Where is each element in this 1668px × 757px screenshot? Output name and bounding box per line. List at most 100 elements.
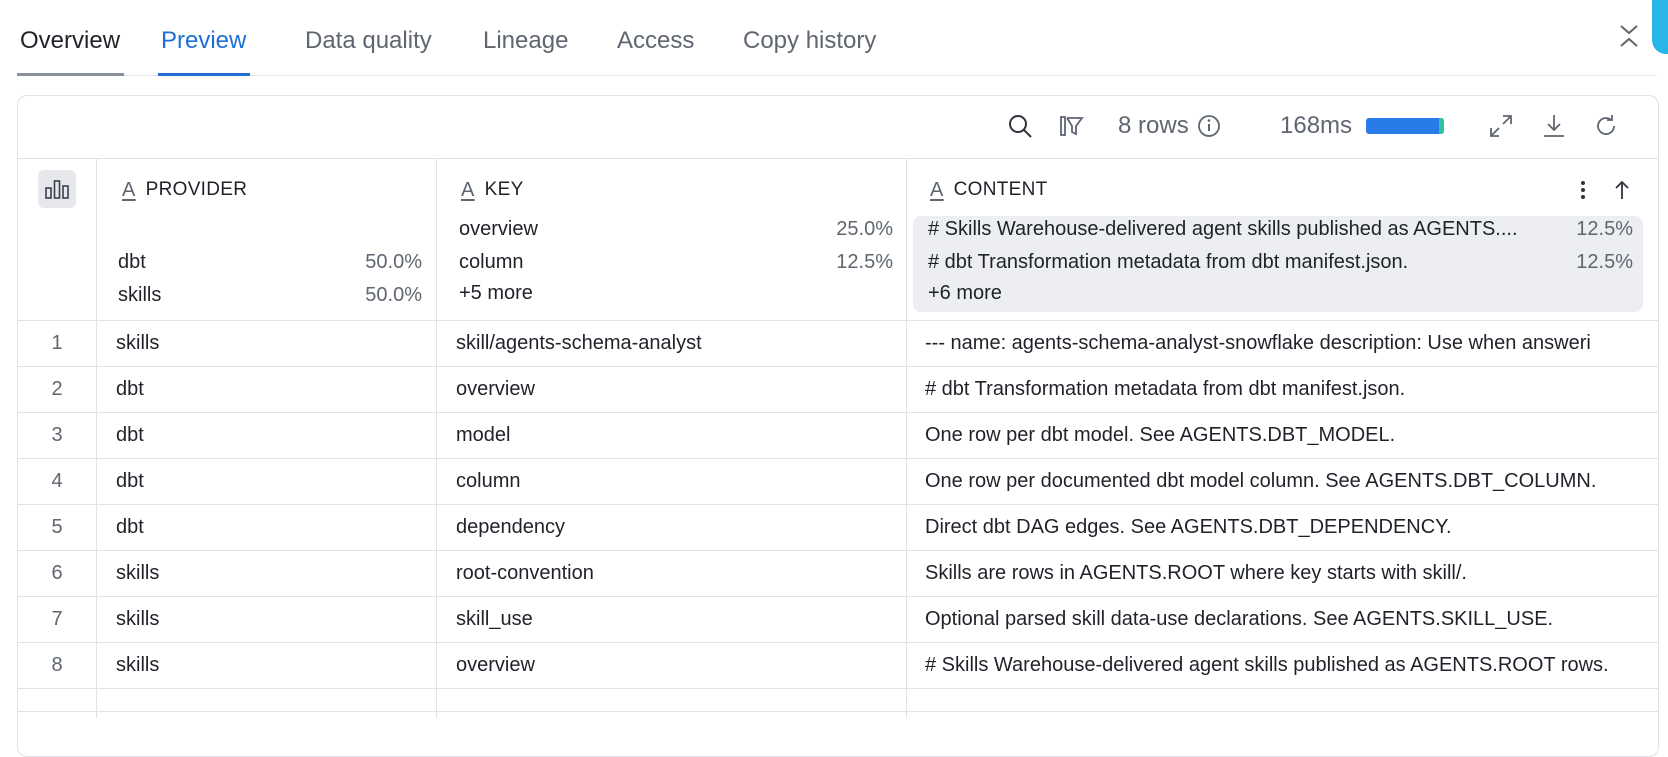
cell-content[interactable]: One row per documented dbt model column.…	[925, 459, 1658, 504]
tab-lineage[interactable]: Lineage	[483, 26, 568, 75]
cell-key[interactable]: column	[456, 459, 906, 504]
row-number: 5	[51, 516, 63, 538]
info-icon[interactable]	[1197, 114, 1221, 138]
column-header-label: PROVIDER	[145, 179, 248, 200]
expand-button[interactable]	[1487, 111, 1515, 141]
cell-key[interactable]: skill_use	[456, 597, 906, 642]
cell-key[interactable]: model	[456, 413, 906, 458]
table-row[interactable]: 2 dbt overview # dbt Transformation meta…	[18, 367, 1658, 413]
query-duration-label: 168ms	[1280, 112, 1353, 139]
search-icon	[1009, 115, 1032, 138]
tab-data-quality[interactable]: Data quality	[305, 26, 432, 75]
column-header-provider[interactable]: A PROVIDER	[122, 176, 247, 204]
table-row[interactable]: 4 dbt column One row per documented dbt …	[18, 459, 1658, 505]
text-type-icon: A	[930, 178, 944, 201]
distribution-percent: 50.0%	[365, 283, 422, 306]
cell-content[interactable]: One row per dbt model. See AGENTS.DBT_MO…	[925, 413, 1658, 458]
text-type-icon: A	[122, 178, 136, 201]
distribution-row: # dbt Transformation metadata from dbt m…	[928, 249, 1633, 275]
cell-content[interactable]: Skills are rows in AGENTS.ROOT where key…	[925, 551, 1658, 596]
tab-data-quality-label: Data quality	[305, 27, 432, 54]
tab-overview-underline	[17, 73, 125, 76]
filter-button[interactable]	[1058, 111, 1086, 141]
tab-copy-history-label: Copy history	[743, 27, 877, 54]
query-duration: 168ms	[1280, 111, 1445, 141]
table-row[interactable]: 6 skills root-convention Skills are rows…	[18, 551, 1658, 597]
row-number: 2	[51, 378, 63, 400]
tab-preview[interactable]: Preview	[158, 26, 251, 76]
table-row[interactable]: 1 skills skill/agents-schema-analyst ---…	[18, 321, 1658, 367]
column-header-label: CONTENT	[953, 179, 1048, 200]
column-header-label: KEY	[484, 179, 524, 200]
row-number: 6	[51, 562, 63, 584]
distribution-value: # Skills Warehouse-delivered agent skill…	[928, 217, 1518, 240]
distribution-value: dbt	[118, 250, 146, 273]
table-row[interactable]: 5 dbt dependency Direct dbt DAG edges. S…	[18, 505, 1658, 551]
side-panel-tab[interactable]	[1652, 0, 1668, 54]
row-number: 1	[51, 332, 63, 354]
cell-key[interactable]: dependency	[456, 505, 906, 550]
tab-access[interactable]: Access	[617, 26, 694, 75]
refresh-icon	[1597, 115, 1615, 135]
distribution-percent: 25.0%	[836, 217, 893, 240]
table-row[interactable]: 7 skills skill_use Optional parsed skill…	[18, 597, 1658, 643]
cell-content[interactable]: Direct dbt DAG edges. See AGENTS.DBT_DEP…	[925, 505, 1658, 550]
distribution-row: column 12.5%	[459, 249, 893, 275]
cell-provider[interactable]: dbt	[116, 505, 436, 550]
tab-copy-history[interactable]: Copy history	[743, 26, 876, 75]
row-number: 4	[51, 470, 63, 492]
download-button[interactable]	[1540, 111, 1568, 141]
distribution-value: # dbt Transformation metadata from dbt m…	[928, 250, 1409, 273]
collapse-icon[interactable]	[1617, 22, 1641, 50]
cell-provider[interactable]: dbt	[116, 367, 436, 412]
row-number: 3	[51, 424, 63, 446]
search-button[interactable]	[1006, 111, 1034, 141]
tab-access-label: Access	[617, 27, 695, 54]
distribution-value: skills	[118, 283, 162, 306]
cell-provider[interactable]: skills	[116, 321, 436, 366]
distribution-row: overview 25.0%	[459, 216, 893, 242]
cell-provider[interactable]: skills	[116, 597, 436, 642]
column-stats-button[interactable]	[38, 170, 76, 208]
cell-key[interactable]: overview	[456, 367, 906, 412]
cell-provider[interactable]: skills	[116, 643, 436, 688]
column-header-key[interactable]: A KEY	[461, 176, 524, 204]
cell-content[interactable]: # Skills Warehouse-delivered agent skill…	[925, 643, 1658, 688]
row-count: 8 rows	[1118, 111, 1221, 141]
tab-overview-label: Overview	[20, 27, 121, 54]
cell-key[interactable]: overview	[456, 643, 906, 688]
refresh-button[interactable]	[1592, 111, 1620, 141]
table-row[interactable]: 8 skills overview # Skills Warehouse-del…	[18, 643, 1658, 689]
row-count-label: 8 rows	[1118, 112, 1189, 139]
distribution-percent: 12.5%	[836, 250, 893, 273]
column-header-content[interactable]: A CONTENT	[930, 176, 1048, 204]
filter-icon	[1060, 116, 1084, 136]
cell-provider[interactable]: skills	[116, 551, 436, 596]
text-type-icon: A	[461, 178, 475, 201]
distribution-more-link[interactable]: +5 more	[459, 282, 533, 305]
download-icon	[1544, 115, 1564, 137]
sort-ascending-icon[interactable]	[1610, 176, 1634, 204]
expand-icon	[1490, 115, 1512, 137]
cell-key[interactable]: skill/agents-schema-analyst	[456, 321, 906, 366]
distribution-row: # Skills Warehouse-delivered agent skill…	[928, 216, 1633, 242]
duration-bar	[1366, 118, 1445, 134]
cell-provider[interactable]: dbt	[116, 459, 436, 504]
grid-header: A PROVIDER A KEY A CONTENT dbt 50.0% ski…	[18, 158, 1658, 321]
distribution-row: dbt 50.0%	[118, 249, 422, 275]
distribution-more-link[interactable]: +6 more	[928, 282, 1002, 305]
more-vertical-icon[interactable]	[1571, 176, 1595, 204]
cell-provider[interactable]: dbt	[116, 413, 436, 458]
tab-overview[interactable]: Overview	[17, 26, 125, 76]
row-number: 8	[51, 654, 63, 676]
tab-lineage-label: Lineage	[483, 27, 569, 54]
cell-content[interactable]: # dbt Transformation metadata from dbt m…	[925, 367, 1658, 412]
distribution-percent: 12.5%	[1576, 217, 1633, 240]
distribution-row: skills 50.0%	[118, 282, 422, 308]
tab-preview-underline	[158, 73, 251, 76]
cell-content[interactable]: --- name: agents-schema-analyst-snowflak…	[925, 321, 1658, 366]
cell-key[interactable]: root-convention	[456, 551, 906, 596]
cell-content[interactable]: Optional parsed skill data-use declarati…	[925, 597, 1658, 642]
tab-bar: Overview Preview Data quality Lineage Ac…	[17, 0, 1657, 76]
table-row[interactable]: 3 dbt model One row per dbt model. See A…	[18, 413, 1658, 459]
